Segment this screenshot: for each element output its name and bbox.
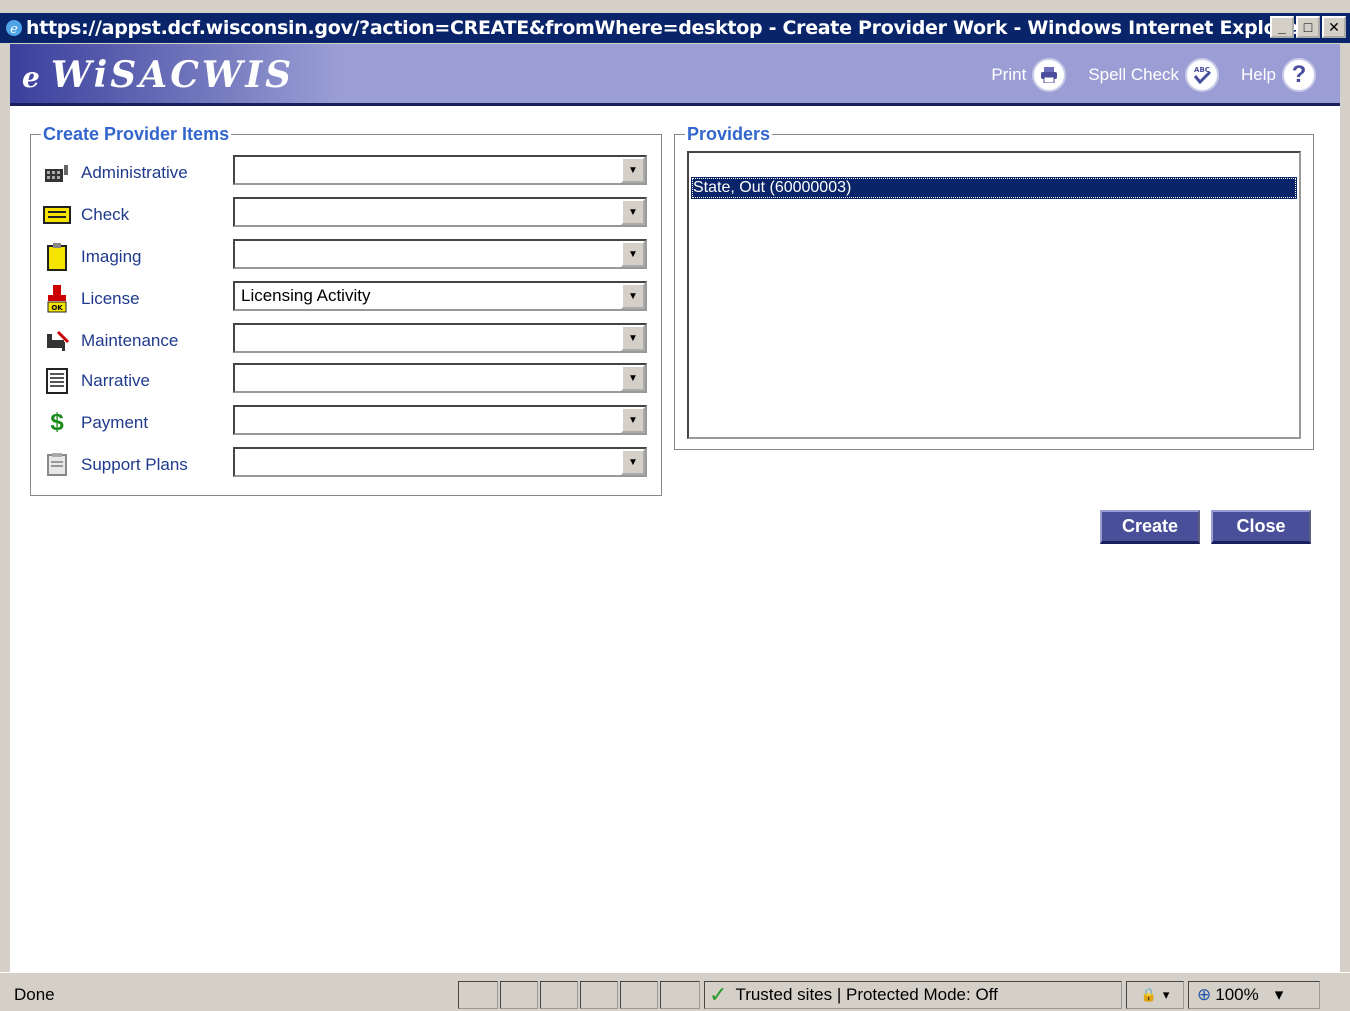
administrative-label: Administrative xyxy=(81,163,188,182)
check-select[interactable]: ▼ xyxy=(233,197,647,227)
print-button[interactable]: Print xyxy=(991,58,1067,92)
protected-mode-button[interactable]: 🔒 ▾ xyxy=(1126,981,1184,1009)
spell-check-label: Spell Check xyxy=(1088,65,1180,84)
window-titlebar: e https://appst.dcf.wisconsin.gov/?actio… xyxy=(0,0,1350,44)
payment-select[interactable]: ▼ xyxy=(233,405,647,435)
zoom-level: 100% xyxy=(1215,985,1259,1004)
chevron-down-icon[interactable]: ▼ xyxy=(621,283,645,309)
chevron-down-icon: ▾ xyxy=(1274,985,1284,1004)
maintenance-select[interactable]: ▼ xyxy=(233,323,647,353)
license-value: Licensing Activity xyxy=(241,286,371,305)
svg-text:OK: OK xyxy=(51,304,63,312)
app-banner: e WiSACWIS Print Spell Check ABC Help ? xyxy=(10,44,1340,106)
logo-prefix: e xyxy=(22,61,43,94)
chevron-down-icon[interactable]: ▼ xyxy=(621,407,645,433)
narrative-select[interactable]: ▼ xyxy=(233,363,647,393)
spell-check-icon: ABC xyxy=(1185,58,1220,92)
chevron-down-icon[interactable]: ▼ xyxy=(621,365,645,391)
maintenance-label: Maintenance xyxy=(81,331,179,350)
print-label: Print xyxy=(991,65,1027,84)
help-label: Help xyxy=(1241,65,1276,84)
list-item[interactable]: State, Out (60000003) xyxy=(691,177,1297,199)
status-bar: Done ✓ Trusted sites | Protected Mode: O… xyxy=(0,972,1350,1011)
row-payment: $ Payment xyxy=(43,407,233,439)
zone-text: Trusted sites | Protected Mode: Off xyxy=(735,985,998,1004)
logo-area: e WiSACWIS xyxy=(10,44,340,103)
row-maintenance: Maintenance xyxy=(43,325,233,357)
narrative-label: Narrative xyxy=(81,371,150,390)
help-button[interactable]: Help ? xyxy=(1241,58,1316,92)
status-cell xyxy=(458,981,498,1009)
svg-text:e: e xyxy=(10,22,18,37)
row-imaging: Imaging xyxy=(43,241,233,273)
printer-icon xyxy=(1032,58,1067,92)
chevron-down-icon: ▾ xyxy=(1162,987,1170,1002)
status-cell xyxy=(580,981,618,1009)
administrative-select[interactable]: ▼ xyxy=(233,155,647,185)
imaging-select[interactable]: ▼ xyxy=(233,239,647,269)
document-icon xyxy=(43,367,71,395)
logo-text: WiSACWIS xyxy=(50,54,295,96)
create-items-legend: Create Provider Items xyxy=(41,124,232,145)
chair-icon xyxy=(43,327,71,355)
security-zone[interactable]: ✓ Trusted sites | Protected Mode: Off xyxy=(704,981,1122,1009)
note-icon xyxy=(43,451,71,479)
window-controls: _ □ ✕ xyxy=(1270,16,1346,38)
app-logo: e WiSACWIS xyxy=(22,54,294,96)
status-cell xyxy=(540,981,578,1009)
payment-label: Payment xyxy=(81,413,149,432)
chevron-down-icon[interactable]: ▼ xyxy=(621,325,645,351)
imaging-label: Imaging xyxy=(81,247,142,266)
status-cell xyxy=(500,981,538,1009)
check-icon xyxy=(43,201,71,229)
close-button[interactable]: Close xyxy=(1211,510,1311,544)
spell-check-button[interactable]: Spell Check ABC xyxy=(1088,58,1220,92)
clipboard-icon xyxy=(43,243,71,271)
lock-icon: 🔒 xyxy=(1140,987,1157,1002)
main-content: Create Provider Items Administrative ▼ C… xyxy=(10,106,1340,972)
chevron-down-icon[interactable]: ▼ xyxy=(621,241,645,267)
chevron-down-icon[interactable]: ▼ xyxy=(621,199,645,225)
status-text: Done xyxy=(14,985,55,1004)
providers-listbox[interactable]: State, Out (60000003) xyxy=(687,151,1301,439)
check-label: Check xyxy=(81,205,130,224)
row-support-plans: Support Plans xyxy=(43,449,233,481)
row-administrative: Administrative xyxy=(43,157,233,189)
building-icon xyxy=(43,159,71,187)
banner-tools: Print Spell Check ABC Help ? xyxy=(969,58,1316,92)
minimize-button[interactable]: _ xyxy=(1270,16,1294,38)
zoom-control[interactable]: ⊕ 100% ▾ xyxy=(1188,981,1320,1009)
close-window-button[interactable]: ✕ xyxy=(1322,16,1346,38)
checkmark-icon: ✓ xyxy=(709,982,728,1007)
create-button[interactable]: Create xyxy=(1100,510,1200,544)
support-plans-label: Support Plans xyxy=(81,455,188,474)
help-icon: ? xyxy=(1282,58,1316,92)
create-label: Create xyxy=(1121,516,1179,536)
chevron-down-icon[interactable]: ▼ xyxy=(621,449,645,475)
row-license: OK License xyxy=(43,283,233,315)
chevron-down-icon[interactable]: ▼ xyxy=(621,157,645,183)
row-check: Check xyxy=(43,199,233,231)
magnifier-icon: ⊕ xyxy=(1197,985,1212,1004)
status-cell xyxy=(620,981,658,1009)
titlebar-content: e https://appst.dcf.wisconsin.gov/?actio… xyxy=(0,13,1350,43)
license-select[interactable]: Licensing Activity ▼ xyxy=(233,281,647,311)
status-cell xyxy=(660,981,700,1009)
license-label: License xyxy=(81,289,140,308)
create-provider-items-group: Create Provider Items Administrative ▼ C… xyxy=(30,124,662,496)
dollar-icon: $ xyxy=(50,409,64,436)
stamp-icon: OK xyxy=(43,285,71,313)
maximize-button[interactable]: □ xyxy=(1296,16,1320,38)
providers-group: Providers State, Out (60000003) xyxy=(674,124,1314,450)
ie-icon: e xyxy=(4,18,24,38)
window-title: https://appst.dcf.wisconsin.gov/?action=… xyxy=(26,17,1308,39)
support-plans-select[interactable]: ▼ xyxy=(233,447,647,477)
close-label: Close xyxy=(1236,516,1286,536)
row-narrative: Narrative xyxy=(43,365,233,397)
providers-legend: Providers xyxy=(685,124,773,145)
